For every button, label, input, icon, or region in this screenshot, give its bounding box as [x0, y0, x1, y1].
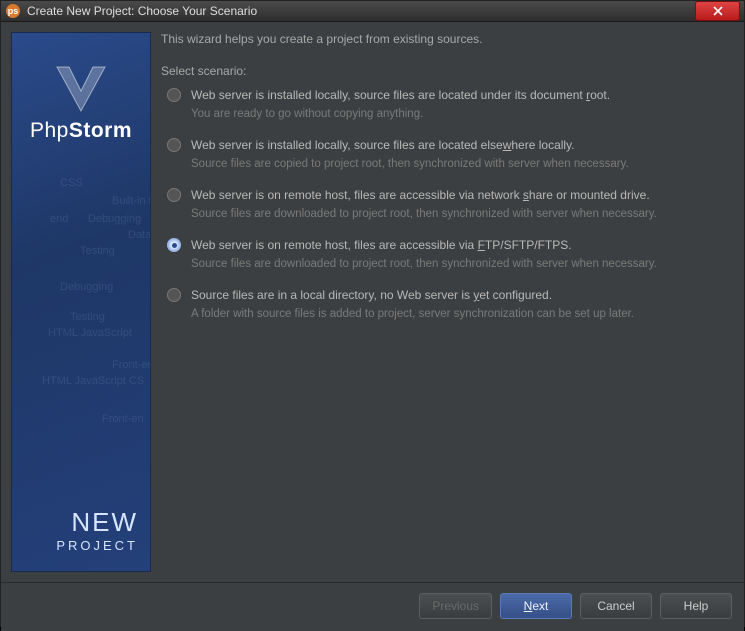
scenario-description: A folder with source files is added to p…	[191, 308, 734, 320]
brand-text: PhpStorm	[12, 119, 150, 143]
window-title: Create New Project: Choose Your Scenario	[27, 4, 695, 18]
footer-buttons: Previous Next Cancel Help	[1, 582, 744, 631]
decor-text: Testing	[80, 245, 115, 257]
main-panel: This wizard helps you create a project f…	[161, 32, 734, 572]
scenario-label-text: Web server is installed locally, source …	[191, 138, 575, 152]
previous-button: Previous	[419, 593, 492, 619]
decor-text: Front-en	[102, 413, 144, 425]
dialog-window: ps Create New Project: Choose Your Scena…	[0, 0, 745, 627]
scenario-radio-0[interactable]: Web server is installed locally, source …	[167, 88, 734, 102]
decor-text: Debugging	[60, 281, 113, 293]
scenario-options: Web server is installed locally, source …	[161, 88, 734, 334]
decor-text: Built-in to	[112, 195, 151, 207]
scenario-label-text: Web server is on remote host, files are …	[191, 238, 572, 252]
radio-icon[interactable]	[167, 238, 181, 252]
radio-icon[interactable]	[167, 288, 181, 302]
decor-text: Debugging	[88, 213, 141, 225]
scenario-radio-4[interactable]: Source files are in a local directory, n…	[167, 288, 734, 302]
scenario-option-4: Source files are in a local directory, n…	[161, 288, 734, 320]
next-button[interactable]: Next	[500, 593, 572, 619]
scenario-radio-3[interactable]: Web server is on remote host, files are …	[167, 238, 734, 252]
radio-icon[interactable]	[167, 188, 181, 202]
decor-text: HTML JavaScript	[48, 327, 132, 339]
scenario-radio-1[interactable]: Web server is installed locally, source …	[167, 138, 734, 152]
scenario-description: Source files are downloaded to project r…	[191, 208, 734, 220]
phpstorm-logo-icon	[53, 61, 109, 117]
intro-text: This wizard helps you create a project f…	[161, 32, 734, 46]
content-area: PhpStorm CSS Built-in to end Debugging D…	[1, 22, 744, 582]
decor-text: end	[50, 213, 68, 225]
scenario-radio-2[interactable]: Web server is on remote host, files are …	[167, 188, 734, 202]
scenario-label-text: Web server is on remote host, files are …	[191, 188, 650, 202]
scenario-description: You are ready to go without copying anyt…	[191, 108, 734, 120]
decor-text: CSS	[60, 177, 83, 189]
cancel-button[interactable]: Cancel	[580, 593, 652, 619]
scenario-option-1: Web server is installed locally, source …	[161, 138, 734, 170]
new-project-label: NEW PROJECT	[56, 507, 138, 553]
scenario-option-2: Web server is on remote host, files are …	[161, 188, 734, 220]
scenario-label-text: Web server is installed locally, source …	[191, 88, 610, 102]
svg-text:ps: ps	[8, 6, 19, 16]
app-icon: ps	[5, 3, 21, 19]
decor-text: Data	[128, 229, 151, 241]
close-button[interactable]	[695, 1, 740, 21]
sidebar-banner: PhpStorm CSS Built-in to end Debugging D…	[11, 32, 151, 572]
scenario-option-3: Web server is on remote host, files are …	[161, 238, 734, 270]
scenario-description: Source files are copied to project root,…	[191, 158, 734, 170]
decor-text: Testing	[70, 311, 105, 323]
decor-text: Front-en	[112, 359, 151, 371]
radio-icon[interactable]	[167, 88, 181, 102]
titlebar[interactable]: ps Create New Project: Choose Your Scena…	[1, 1, 744, 22]
help-button[interactable]: Help	[660, 593, 732, 619]
select-scenario-label: Select scenario:	[161, 64, 734, 78]
radio-icon[interactable]	[167, 138, 181, 152]
scenario-label-text: Source files are in a local directory, n…	[191, 288, 552, 302]
scenario-option-0: Web server is installed locally, source …	[161, 88, 734, 120]
scenario-description: Source files are downloaded to project r…	[191, 258, 734, 270]
decor-text: HTML JavaScript CS	[42, 375, 144, 387]
